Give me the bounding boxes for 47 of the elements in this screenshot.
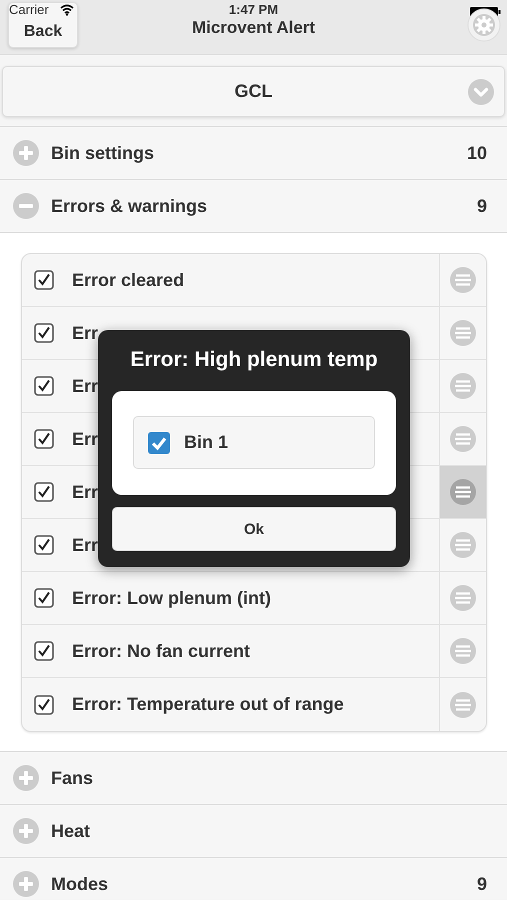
alert-label: Error cleared [72,270,184,290]
menu-icon [450,479,476,505]
alert-label: Err [72,534,98,556]
chevron-down-icon [468,79,494,105]
menu-icon [450,320,476,346]
alert-label: Error: No fan current [72,640,250,662]
section-title: Fans [51,768,94,788]
menu-icon [450,692,476,718]
menu-icon [450,267,476,293]
section-title: Modes [51,874,110,894]
item-count: 9 [476,196,487,216]
menu-icon [450,373,476,399]
settings-button[interactable] [467,8,501,42]
section-title: Heat [51,820,92,842]
alert-label: Err [72,482,98,502]
option-label: Bin 1 [184,432,228,453]
checkbox[interactable] [34,694,54,714]
wifi-icon [60,4,74,16]
item-count: 9 [476,874,487,894]
section-title: Bin settings [51,142,156,164]
menu-icon [450,638,476,664]
checkbox[interactable] [34,429,54,449]
ok-button[interactable]: Ok [112,507,396,551]
checkbox[interactable] [34,323,54,343]
checkbox[interactable] [34,535,54,555]
checkbox[interactable] [34,641,54,661]
checkbox[interactable] [34,376,54,396]
checkbox[interactable] [34,588,54,608]
dialog-title: Error: High plenum temp [129,348,379,372]
menu-icon [450,426,476,452]
bin-option[interactable]: Bin 1 [133,416,375,469]
screen-title: Microvent Alert [190,18,316,38]
alert-label: Err [72,322,98,344]
alert-label: Error: Low plenum (int) [72,588,271,608]
alert-label: Err [72,376,98,396]
menu-icon [450,585,476,611]
checkbox[interactable] [34,270,54,290]
section-title: Errors & warnings [51,196,208,216]
checkbox[interactable] [148,432,170,454]
alert-label: Err [72,428,98,450]
carrier-label: Carrier [9,2,49,17]
checkbox[interactable] [34,482,54,502]
item-count: 10 [466,142,487,164]
menu-icon [450,532,476,558]
bin-select[interactable]: GCL [2,66,505,117]
clock: 1:47 PM [228,2,280,17]
alert-label: Error: Temperature out of range [72,694,344,715]
